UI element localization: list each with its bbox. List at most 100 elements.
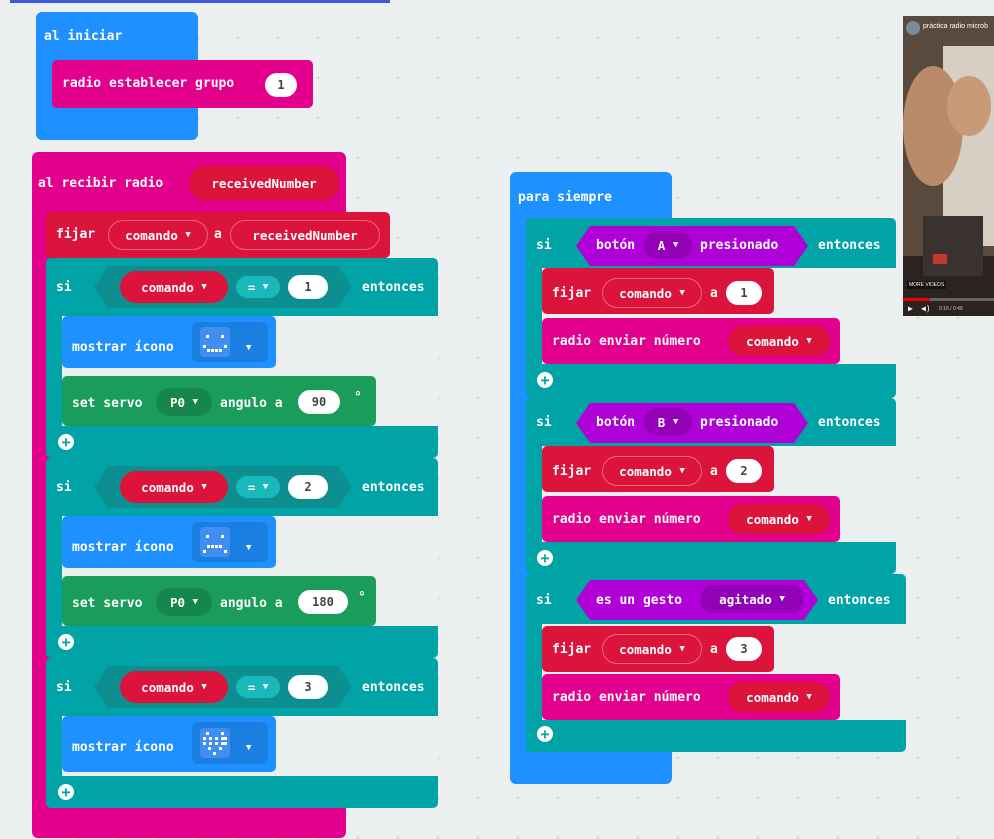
plus-circle-icon[interactable]: +: [537, 550, 553, 566]
set-to-label: a: [710, 464, 718, 479]
if-label: si: [56, 680, 72, 695]
compare-value[interactable]: 1: [288, 275, 328, 299]
compare-value[interactable]: 3: [288, 675, 328, 699]
if-label: si: [536, 593, 552, 608]
compare-variable[interactable]: comando ▼: [120, 471, 228, 503]
then-label: entonces: [818, 238, 881, 253]
send-variable-dropdown[interactable]: comando ▼: [728, 504, 830, 534]
channel-avatar-icon: [906, 21, 920, 35]
radio-send-label: radio enviar número: [552, 512, 701, 527]
dropdown-caret-icon: ▼: [779, 594, 785, 604]
progress-track[interactable]: [903, 298, 994, 301]
servo-label: set servo: [72, 396, 143, 411]
dropdown-caret-icon: ▼: [262, 482, 269, 492]
if-label: si: [56, 480, 72, 495]
pressed-label: presionado: [700, 415, 779, 430]
play-icon[interactable]: ▶: [908, 304, 913, 313]
on-radio-received-header: al recibir radio: [38, 176, 164, 191]
variable-dropdown[interactable]: comando ▼: [602, 634, 702, 664]
dropdown-caret-icon[interactable]: ▼: [246, 540, 251, 556]
operator-dropdown[interactable]: = ▼: [236, 676, 280, 698]
button-label: botón: [596, 415, 636, 430]
gesture-label: es un gesto: [596, 593, 683, 608]
video-player[interactable]: práctica radio microb MORE VIDEOS ▶ ◀) 0…: [903, 16, 994, 316]
set-value-input[interactable]: 2: [726, 459, 762, 483]
variable-name: comando: [746, 689, 799, 705]
dropdown-caret-icon: ▼: [806, 514, 812, 524]
servo-angle-input[interactable]: 180: [298, 590, 348, 614]
send-variable-dropdown[interactable]: comando ▼: [728, 682, 830, 712]
plus-circle-icon[interactable]: +: [537, 372, 553, 388]
button-option-dropdown[interactable]: B ▼: [644, 408, 692, 436]
radio-set-group-label: radio establecer grupo: [62, 76, 235, 91]
more-videos-button[interactable]: MORE VIDEOS: [907, 281, 947, 289]
dropdown-caret-icon: ▼: [679, 288, 685, 298]
servo-pin-dropdown[interactable]: P0 ▼: [156, 588, 212, 616]
plus-circle-icon[interactable]: +: [58, 634, 74, 650]
compare-variable[interactable]: comando ▼: [120, 671, 228, 703]
video-frame: [903, 16, 994, 316]
button-option: A: [657, 237, 666, 253]
plus-circle-icon[interactable]: +: [58, 434, 74, 450]
variable-dropdown[interactable]: comando ▼: [602, 456, 702, 486]
gesture-option-dropdown[interactable]: agitado ▼: [700, 585, 804, 613]
dropdown-caret-icon: ▼: [185, 230, 191, 240]
send-variable-dropdown[interactable]: comando ▼: [728, 326, 830, 356]
show-icon-label: mostrar ícono: [72, 740, 174, 755]
variable-dropdown[interactable]: comando ▼: [602, 278, 702, 308]
servo-angle-input[interactable]: 90: [298, 390, 340, 414]
compare-variable[interactable]: comando ▼: [120, 271, 228, 303]
radio-send-label: radio enviar número: [552, 690, 701, 705]
servo-label: set servo: [72, 596, 143, 611]
variable-name: comando: [746, 333, 799, 349]
led-matrix-icon: [200, 728, 230, 758]
variable-name: comando: [141, 479, 194, 495]
variable-dropdown[interactable]: comando ▼: [108, 220, 208, 250]
operator-symbol: =: [247, 679, 256, 695]
set-value-input[interactable]: 3: [726, 637, 762, 661]
dropdown-caret-icon: ▼: [201, 282, 207, 292]
dropdown-caret-icon[interactable]: ▼: [246, 740, 251, 756]
set-to-label: a: [710, 286, 718, 301]
then-label: entonces: [818, 415, 881, 430]
variable-name: comando: [746, 511, 799, 527]
variable-name: comando: [141, 279, 194, 295]
volume-icon[interactable]: ◀): [921, 304, 931, 313]
then-label: entonces: [362, 280, 425, 295]
operator-dropdown[interactable]: = ▼: [236, 476, 280, 498]
servo-pin-dropdown[interactable]: P0 ▼: [156, 388, 212, 416]
show-icon-label: mostrar ícono: [72, 340, 174, 355]
button-option-dropdown[interactable]: A ▼: [644, 231, 692, 259]
on-start-header: al iniciar: [44, 29, 123, 44]
operator-dropdown[interactable]: = ▼: [236, 276, 280, 298]
plus-circle-icon[interactable]: +: [537, 726, 553, 742]
video-time: 0:16 / 0:49: [939, 306, 963, 312]
video-title: práctica radio microb: [923, 23, 988, 30]
show-icon-label: mostrar ícono: [72, 540, 174, 555]
operator-symbol: =: [247, 479, 256, 495]
variable-name: comando: [619, 641, 672, 657]
group-number-input[interactable]: 1: [265, 73, 297, 97]
then-label: entonces: [362, 480, 425, 495]
plus-circle-icon[interactable]: +: [58, 784, 74, 800]
servo-angle-label: angulo a: [220, 396, 283, 411]
pressed-label: presionado: [700, 238, 779, 253]
set-value-input[interactable]: 1: [726, 281, 762, 305]
servo-angle-label: angulo a: [220, 596, 283, 611]
led-matrix-icon: [200, 527, 230, 557]
degree-symbol: °: [354, 390, 362, 405]
dropdown-caret-icon: ▼: [262, 282, 269, 292]
dropdown-caret-icon: ▼: [201, 682, 207, 692]
dropdown-caret-icon: ▼: [192, 397, 198, 407]
progress-fill: [903, 298, 931, 301]
received-number-param[interactable]: receivedNumber: [189, 166, 339, 200]
received-number-value[interactable]: receivedNumber: [230, 220, 380, 250]
compare-value[interactable]: 2: [288, 475, 328, 499]
dropdown-caret-icon: ▼: [806, 692, 812, 702]
forever-header: para siempre: [518, 190, 612, 205]
set-to-label: a: [710, 642, 718, 657]
gesture-option: agitado: [719, 591, 772, 607]
set-label: fijar: [552, 464, 592, 479]
if-label: si: [536, 238, 552, 253]
dropdown-caret-icon[interactable]: ▼: [246, 340, 251, 356]
